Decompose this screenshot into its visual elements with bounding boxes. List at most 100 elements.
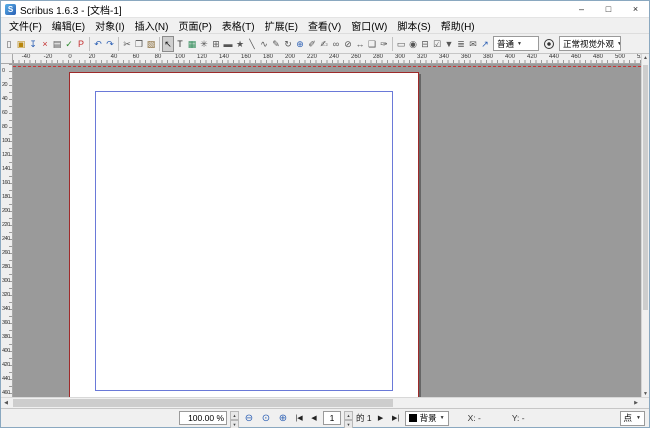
scroll-right-arrow[interactable]: ▶ — [631, 400, 641, 406]
copy-item-properties-icon[interactable]: ❑ — [366, 36, 378, 52]
horizontal-scroll-thumb[interactable] — [13, 399, 393, 407]
insert-polygon-icon[interactable]: ★ — [234, 36, 246, 52]
horizontal-scrollbar[interactable]: ◀ ▶ — [1, 397, 649, 408]
pdf-combo-box-icon[interactable]: ▼ — [443, 36, 455, 52]
vertical-scrollbar[interactable]: ▲ ▼ — [641, 54, 649, 399]
paste-icon[interactable]: ▧ — [145, 36, 157, 52]
zoom-default-button[interactable]: ⊙ — [259, 411, 273, 426]
chevron-down-icon: ▼ — [617, 41, 621, 47]
menu-bar: 文件(F) 编辑(E) 对象(I) 插入(N) 页面(P) 表格(T) 扩展(E… — [1, 18, 649, 34]
undo-icon[interactable]: ↶ — [92, 36, 104, 52]
last-page-button[interactable]: ▶| — [390, 411, 402, 426]
print-icon[interactable]: ▤ — [51, 36, 63, 52]
insert-render-frame-icon[interactable]: ✳ — [198, 36, 210, 52]
menu-item[interactable]: 对象(I) — [90, 18, 129, 33]
visual-appearance-select[interactable]: 正常视觉外观 ▼ — [559, 36, 621, 51]
zoom-icon[interactable]: ⊕ — [294, 36, 306, 52]
save-document-icon[interactable]: ↧ — [27, 36, 39, 52]
unlink-text-frames-icon[interactable]: ⊘ — [342, 36, 354, 52]
menu-page[interactable]: 页面(P) — [173, 18, 216, 33]
insert-text-frame-icon[interactable]: T — [174, 36, 186, 52]
ruler-label: 40 — [103, 54, 125, 63]
menu-help[interactable]: 帮助(H) — [436, 18, 480, 33]
spin-up-icon[interactable]: ▲ — [230, 411, 239, 420]
menu-insert[interactable]: 插入(N) — [130, 18, 174, 33]
story-editor-icon[interactable]: ✍ — [318, 36, 330, 52]
minimize-button[interactable]: – — [568, 1, 595, 17]
spin-down-icon[interactable]: ▼ — [230, 420, 239, 428]
ruler-label: 440 — [1, 372, 12, 386]
menu-file[interactable]: 文件(F) — [4, 18, 47, 33]
pdf-text-field-icon[interactable]: ⊟ — [419, 36, 431, 52]
page-number-input[interactable] — [323, 411, 341, 425]
measurements-icon[interactable]: ↔ — [354, 36, 366, 52]
link-text-frames-icon[interactable]: ∞ — [330, 36, 342, 52]
edit-contents-icon[interactable]: ✐ — [306, 36, 318, 52]
horizontal-scroll-track[interactable] — [11, 398, 631, 408]
text-annotation-icon[interactable]: ✉ — [467, 36, 479, 52]
previous-page-button[interactable]: ◀ — [308, 411, 320, 426]
preview-quality-select[interactable]: 普通 ▼ — [493, 36, 539, 51]
cut-icon[interactable]: ✂ — [121, 36, 133, 52]
next-page-button[interactable]: ▶ — [375, 411, 387, 426]
canvas[interactable] — [13, 64, 641, 399]
insert-freehand-line-icon[interactable]: ✎ — [270, 36, 282, 52]
spin-up-icon[interactable]: ▲ — [344, 411, 353, 420]
pdf-checkbox-icon[interactable]: ☑ — [431, 36, 443, 52]
pdf-radio-button-icon[interactable]: ◉ — [407, 36, 419, 52]
menu-windows[interactable]: 窗口(W) — [346, 18, 392, 33]
pdf-push-button-icon[interactable]: ▭ — [395, 36, 407, 52]
window-title: Scribus 1.6.3 - [文档-1] — [20, 2, 122, 17]
spin-down-icon[interactable]: ▼ — [344, 420, 353, 428]
eye-dropper-icon[interactable]: ✑ — [378, 36, 390, 52]
menu-extras[interactable]: 扩展(E) — [260, 18, 303, 33]
menu-edit[interactable]: 编辑(E) — [47, 18, 90, 33]
menu-table[interactable]: 表格(T) — [217, 18, 260, 33]
insert-table-icon[interactable]: ⊞ — [210, 36, 222, 52]
ruler-label: 320 — [411, 54, 433, 63]
scribus-window: { "window": { "icon_letter": "S", "title… — [0, 0, 650, 428]
preflight-verifier-icon[interactable]: ✓ — [63, 36, 75, 52]
new-document-icon[interactable]: ▯ — [3, 36, 15, 52]
zoom-spinner: ▲ ▼ — [230, 411, 239, 425]
menu-script[interactable]: 脚本(S) — [392, 18, 435, 33]
link-annotation-icon[interactable]: ↗ — [479, 36, 491, 52]
copy-icon[interactable]: ❐ — [133, 36, 145, 52]
unit-select[interactable]: 点 ▼ — [620, 411, 645, 426]
close-button[interactable]: × — [622, 1, 649, 17]
ruler-label: 80 — [147, 54, 169, 63]
maximize-button[interactable]: □ — [595, 1, 622, 17]
layer-select[interactable]: 背景 ▼ — [405, 411, 449, 426]
zoom-input[interactable] — [179, 411, 227, 425]
insert-image-frame-icon[interactable]: ▦ — [186, 36, 198, 52]
preview-mode-button[interactable] — [541, 36, 557, 51]
redo-icon[interactable]: ↷ — [104, 36, 116, 52]
pdf-export-icon[interactable]: P — [75, 36, 87, 52]
ruler-label: 520 — [631, 54, 641, 63]
ruler-label: 280 — [367, 54, 389, 63]
chevron-down-icon: ▼ — [440, 415, 445, 421]
menu-view[interactable]: 查看(V) — [303, 18, 346, 33]
rotate-item-icon[interactable]: ↻ — [282, 36, 294, 52]
ruler-label: 220 — [301, 54, 323, 63]
vertical-ruler[interactable]: 0 20 40 60 80 100 120 140 160 180 200 22… — [1, 64, 13, 399]
zoom-in-button[interactable]: ⊕ — [276, 411, 290, 426]
scroll-left-arrow[interactable]: ◀ — [1, 400, 11, 406]
scroll-up-arrow[interactable]: ▲ — [642, 54, 649, 63]
insert-line-icon[interactable]: ╲ — [246, 36, 258, 52]
document-page[interactable] — [69, 72, 419, 399]
pdf-list-box-icon[interactable]: ≣ — [455, 36, 467, 52]
zoom-out-button[interactable]: ⊖ — [242, 411, 256, 426]
vertical-scroll-thumb[interactable] — [643, 65, 648, 310]
insert-shape-icon[interactable]: ▬ — [222, 36, 234, 52]
select-item-icon[interactable]: ↖ — [162, 36, 174, 52]
ruler-origin-corner[interactable] — [1, 54, 13, 64]
horizontal-ruler[interactable]: -40 -20 0 20 40 60 80 100 120 140 160 18… — [13, 54, 641, 64]
close-document-icon[interactable]: × — [39, 36, 51, 52]
open-document-icon[interactable]: ▣ — [15, 36, 27, 52]
first-page-button[interactable]: |◀ — [293, 411, 305, 426]
insert-bezier-curve-icon[interactable]: ∿ — [258, 36, 270, 52]
x-label: X: — [468, 413, 476, 423]
ruler-label: 180 — [257, 54, 279, 63]
ruler-label: 100 — [1, 134, 12, 148]
